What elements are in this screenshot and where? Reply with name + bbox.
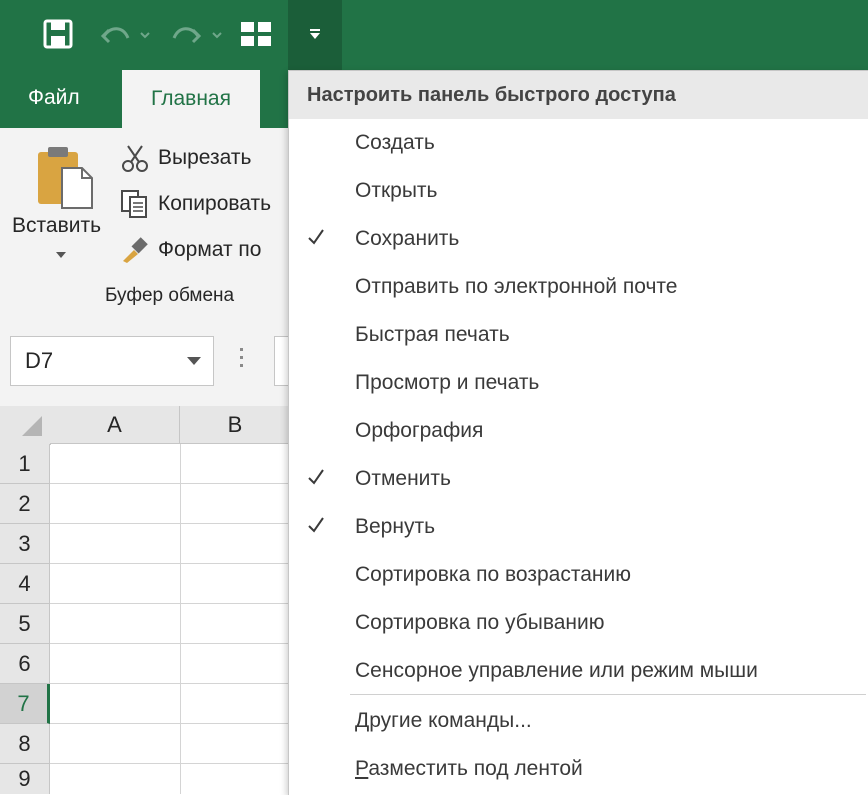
paste-icon[interactable]	[36, 146, 94, 215]
grid-row-line	[50, 683, 290, 684]
cut-label: Вырезать	[158, 146, 252, 169]
copy-button[interactable]: Копировать	[120, 186, 271, 222]
grid-row-line	[50, 643, 290, 644]
form-icon[interactable]	[238, 14, 274, 54]
grid-column-line	[180, 444, 181, 794]
format-painter-label: Формат по	[158, 238, 262, 261]
copy-icon	[121, 190, 147, 218]
menu-item-label: Вернуть	[355, 515, 436, 538]
grid-row-line	[50, 763, 290, 764]
row-header[interactable]: 2	[0, 484, 50, 524]
undo-icon[interactable]	[100, 14, 152, 54]
menu-item-label: Сортировка по возрастанию	[355, 563, 631, 586]
splitter-icon[interactable]	[240, 348, 243, 372]
row-header[interactable]: 4	[0, 564, 50, 604]
menu-item-label: Другие команды...	[355, 709, 532, 733]
menu-item-label: Сохранить	[355, 227, 460, 250]
name-box[interactable]: D7	[10, 336, 214, 386]
menu-item-label: Просмотр и печать	[355, 371, 540, 394]
tab-file[interactable]: Файл	[28, 86, 80, 110]
save-icon[interactable]	[38, 14, 78, 54]
menu-item-email[interactable]: Отправить по электронной почте	[289, 263, 868, 311]
row-header[interactable]: 6	[0, 644, 50, 684]
menu-item-sort-descending[interactable]: Сортировка по убыванию	[289, 599, 868, 647]
column-header-b[interactable]: B	[180, 406, 290, 444]
row-header[interactable]: 3	[0, 524, 50, 564]
access-key: Р	[355, 757, 369, 780]
row-header[interactable]: 9	[0, 764, 50, 794]
name-box-value: D7	[25, 348, 54, 373]
format-painter-icon	[123, 237, 148, 263]
chevron-down-icon[interactable]	[187, 357, 201, 365]
menu-item-save[interactable]: Сохранить	[289, 215, 868, 263]
menu-item-show-below-ribbon[interactable]: Разместить под лентой	[289, 745, 868, 793]
select-all-icon	[22, 416, 42, 436]
menu-item-label: Создать	[355, 131, 435, 154]
menu-item-label: Сортировка по убыванию	[355, 611, 605, 634]
menu-item-label: Быстрая печать	[355, 323, 510, 346]
paste-options-arrow-icon[interactable]	[56, 252, 66, 258]
chevron-down-icon	[310, 29, 320, 39]
menu-item-label: Разместить под лентой	[355, 757, 583, 781]
grid-row-line	[50, 563, 290, 564]
menu-item-label-rest: ругие команды...	[369, 709, 532, 732]
customize-qat-button[interactable]	[288, 0, 342, 70]
menu-item-label: Сенсорное управление или режим мыши	[355, 659, 758, 682]
menu-item-spelling[interactable]: Орфография	[289, 407, 868, 455]
paste-button-label[interactable]: Вставить	[12, 214, 101, 238]
menu-item-quick-print[interactable]: Быстрая печать	[289, 311, 868, 359]
menu-item-undo[interactable]: Отменить	[289, 455, 868, 503]
menu-item-open[interactable]: Открыть	[289, 167, 868, 215]
checkmark-icon	[308, 517, 324, 533]
menu-item-more-commands[interactable]: Другие команды...	[289, 697, 868, 745]
grid-row-line	[50, 723, 290, 724]
menu-separator	[350, 694, 866, 695]
menu-item-label-rest: азместить под лентой	[368, 757, 583, 780]
row-header[interactable]: 8	[0, 724, 50, 764]
redo-icon[interactable]	[168, 14, 226, 54]
menu-item-new[interactable]: Создать	[289, 119, 868, 167]
menu-item-label: Орфография	[355, 419, 484, 442]
row-header-active[interactable]: 7	[0, 684, 50, 724]
row-header[interactable]: 5	[0, 604, 50, 644]
grid-row-line	[50, 523, 290, 524]
tab-home[interactable]: Главная	[122, 70, 260, 128]
menu-item-print-preview[interactable]: Просмотр и печать	[289, 359, 868, 407]
menu-item-sort-ascending[interactable]: Сортировка по возрастанию	[289, 551, 868, 599]
menu-item-redo[interactable]: Вернуть	[289, 503, 868, 551]
menu-item-label: Отменить	[355, 467, 451, 490]
menu-item-touch-mode[interactable]: Сенсорное управление или режим мыши	[289, 647, 868, 695]
column-header-a[interactable]: A	[50, 406, 180, 444]
checkmark-icon	[308, 229, 324, 245]
menu-item-label: Отправить по электронной почте	[355, 275, 678, 298]
row-header[interactable]: 1	[0, 444, 50, 484]
menu-title: Настроить панель быстрого доступа	[289, 71, 868, 119]
grid-row-line	[50, 603, 290, 604]
copy-label: Копировать	[158, 192, 272, 215]
format-painter-button[interactable]: Формат по	[120, 232, 261, 268]
grid-row-line	[50, 483, 290, 484]
checkmark-icon	[308, 469, 324, 485]
cut-button[interactable]: Вырезать	[120, 140, 251, 176]
access-key: Д	[355, 709, 370, 732]
clipboard-group-label: Буфер обмена	[105, 285, 235, 306]
menu-item-label: Открыть	[355, 179, 438, 202]
scissors-icon	[122, 145, 148, 172]
